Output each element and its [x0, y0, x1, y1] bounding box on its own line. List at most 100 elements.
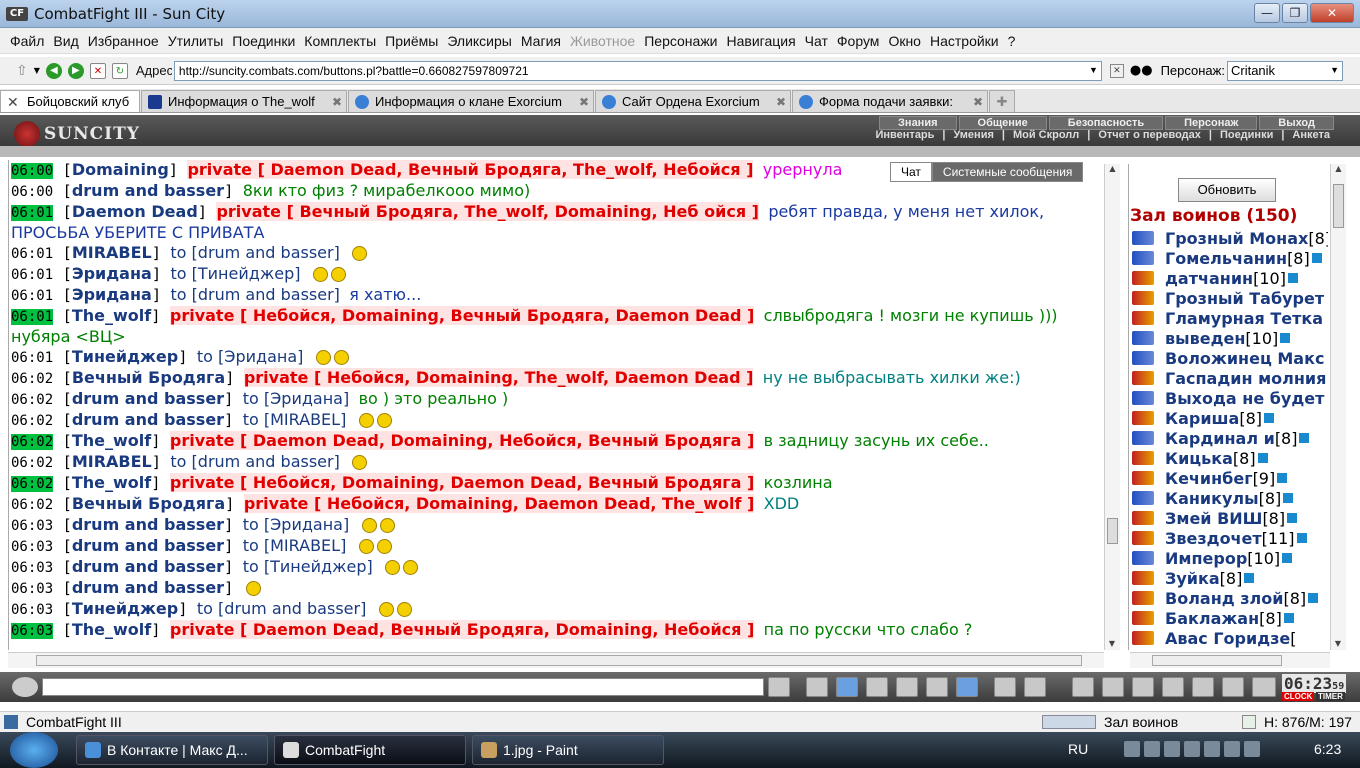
menu-item[interactable]: Магия [521, 33, 561, 49]
flash-icon[interactable] [1164, 741, 1180, 757]
user-item[interactable]: Баклажан [8] [1132, 608, 1328, 628]
private-message-icon[interactable] [1132, 611, 1154, 625]
sub-nav-item[interactable]: Мой Скролл [1009, 129, 1083, 141]
filter-button[interactable] [836, 677, 858, 697]
chat-to[interactable]: to [MIRABEL] [243, 536, 347, 555]
chat-timestamp[interactable]: 06:02 [11, 392, 53, 408]
info-icon[interactable] [1296, 533, 1307, 543]
tab-info-wolf[interactable]: Информация о The_wolf ✖ [141, 90, 347, 112]
settings-button[interactable] [1024, 677, 1046, 697]
chat-timestamp[interactable]: 06:02 [11, 371, 53, 387]
chat-private[interactable]: private [ Небойся, Domaining, Daemon Dea… [243, 494, 755, 513]
private-message-icon[interactable] [1132, 491, 1154, 505]
chat-to[interactable]: to [MIRABEL] [243, 410, 347, 429]
user-name[interactable]: Гаспадин молния [1165, 369, 1326, 388]
send-button[interactable] [768, 677, 790, 697]
user-item[interactable]: Звездочет [11] [1132, 528, 1328, 548]
save-button[interactable] [866, 677, 888, 697]
chat-nick[interactable]: Domaining [72, 160, 169, 179]
tab-fight-club[interactable]: ✕ Бойцовский клуб [0, 90, 140, 112]
chat-timestamp[interactable]: 06:00 [11, 163, 54, 179]
user-item[interactable]: Каникулы [8] [1132, 488, 1328, 508]
chat-private[interactable]: private [ Daemon Dead, Вечный Бродяга, D… [169, 620, 755, 639]
menu-item[interactable]: Персонажи [644, 33, 717, 49]
chat-timestamp[interactable]: 06:03 [11, 518, 53, 534]
private-message-icon[interactable] [1132, 531, 1154, 545]
private-message-icon[interactable] [1132, 331, 1154, 345]
info-icon[interactable] [1283, 613, 1294, 623]
user-name[interactable]: Имперор [1165, 549, 1247, 568]
smiley-button[interactable] [994, 677, 1016, 697]
chat-timestamp[interactable]: 06:03 [11, 581, 53, 597]
speaker-icon[interactable] [12, 677, 38, 697]
chat-input[interactable] [42, 678, 764, 696]
chat-to[interactable]: to [drum and basser] [170, 452, 339, 471]
info-icon[interactable] [1244, 573, 1255, 583]
menu-item[interactable]: Эликсиры [447, 33, 512, 49]
menu-item[interactable]: Вид [53, 33, 78, 49]
private-message-icon[interactable] [1132, 271, 1154, 285]
chat-nick[interactable]: Daemon Dead [72, 202, 198, 221]
sub-nav-item[interactable]: Анкета [1288, 129, 1334, 141]
info-icon[interactable] [1257, 453, 1268, 463]
chat-nick[interactable]: Эридана [72, 285, 152, 304]
chat-timestamp[interactable]: 06:02 [11, 434, 54, 450]
menu-item[interactable]: Утилиты [168, 33, 224, 49]
top-nav-item[interactable]: Выход [1259, 116, 1334, 130]
chat-nick[interactable]: Вечный Бродяга [72, 368, 225, 387]
chat-timestamp[interactable]: 06:02 [11, 497, 53, 513]
user-name[interactable]: Змей ВИШ [1165, 509, 1262, 528]
scroll-thumb[interactable] [1333, 184, 1344, 228]
sub-nav-item[interactable]: Инвентарь [872, 129, 939, 141]
info-icon[interactable] [1311, 253, 1322, 263]
tab-order-site[interactable]: Сайт Ордена Exorcium ✖ [595, 90, 791, 112]
dropdown-arrow-icon[interactable]: ▼ [34, 66, 40, 75]
people-button[interactable] [896, 677, 918, 697]
top-nav-item[interactable]: Знания [879, 116, 957, 130]
minimize-button[interactable]: — [1254, 3, 1280, 23]
action-button-4[interactable] [1162, 677, 1184, 697]
user-name[interactable]: Каникулы [1165, 489, 1259, 508]
user-item[interactable]: Кицька [8] [1132, 448, 1328, 468]
top-nav-item[interactable]: Общение [958, 116, 1047, 130]
scroll-up-icon[interactable]: ▲ [1105, 164, 1120, 173]
close-tab-icon[interactable]: ✖ [973, 95, 983, 109]
private-message-icon[interactable] [1132, 511, 1154, 525]
user-name[interactable]: Звездочет [1165, 529, 1262, 548]
chat-to[interactable]: to [Эридана] [243, 389, 350, 408]
private-message-icon[interactable] [1132, 631, 1154, 645]
private-message-icon[interactable] [1132, 391, 1154, 405]
info-icon[interactable] [1283, 493, 1294, 503]
chat-timestamp[interactable]: 06:01 [11, 309, 54, 325]
user-item[interactable]: Зуйка [8] [1132, 568, 1328, 588]
back-button[interactable]: ◀ [45, 62, 62, 79]
chat-nick[interactable]: drum and basser [72, 578, 224, 597]
user-name[interactable]: датчанин [1165, 269, 1253, 288]
user-name[interactable]: выведен [1165, 329, 1245, 348]
action-button-3[interactable] [1132, 677, 1154, 697]
user-item[interactable]: Кариша [8] [1132, 408, 1328, 428]
timer-label[interactable]: TIMER [1316, 692, 1345, 701]
action-button-2[interactable] [1102, 677, 1124, 697]
user-item[interactable]: Грозный Монах[8] [1132, 228, 1328, 248]
chat-timestamp[interactable]: 06:01 [11, 350, 53, 366]
menu-item[interactable]: Поединки [232, 33, 295, 49]
user-item[interactable]: Авас Горидзе[ [1132, 628, 1328, 648]
action-button-5[interactable] [1192, 677, 1214, 697]
chat-nick[interactable]: MIRABEL [72, 452, 152, 471]
chat-hscrollbar[interactable] [8, 652, 1104, 668]
menu-item[interactable]: Форум [837, 33, 880, 49]
chat-timestamp[interactable]: 06:02 [11, 455, 53, 471]
menu-item[interactable]: Чат [805, 33, 828, 49]
chat-nick[interactable]: drum and basser [72, 557, 224, 576]
user-name[interactable]: Баклажан [1165, 609, 1259, 628]
network-icon[interactable] [1224, 741, 1240, 757]
sub-nav-item[interactable]: Умения [950, 129, 998, 141]
user-name[interactable]: Гламурная Тетка [1165, 309, 1323, 328]
info-icon[interactable] [1287, 273, 1298, 283]
info-icon[interactable] [1287, 513, 1298, 523]
user-item[interactable]: Гламурная Тетка [1132, 308, 1328, 328]
chat-nick[interactable]: The_wolf [72, 473, 151, 492]
menu-item[interactable]: Животное [570, 33, 635, 49]
chat-nick[interactable]: drum and basser [72, 410, 224, 429]
